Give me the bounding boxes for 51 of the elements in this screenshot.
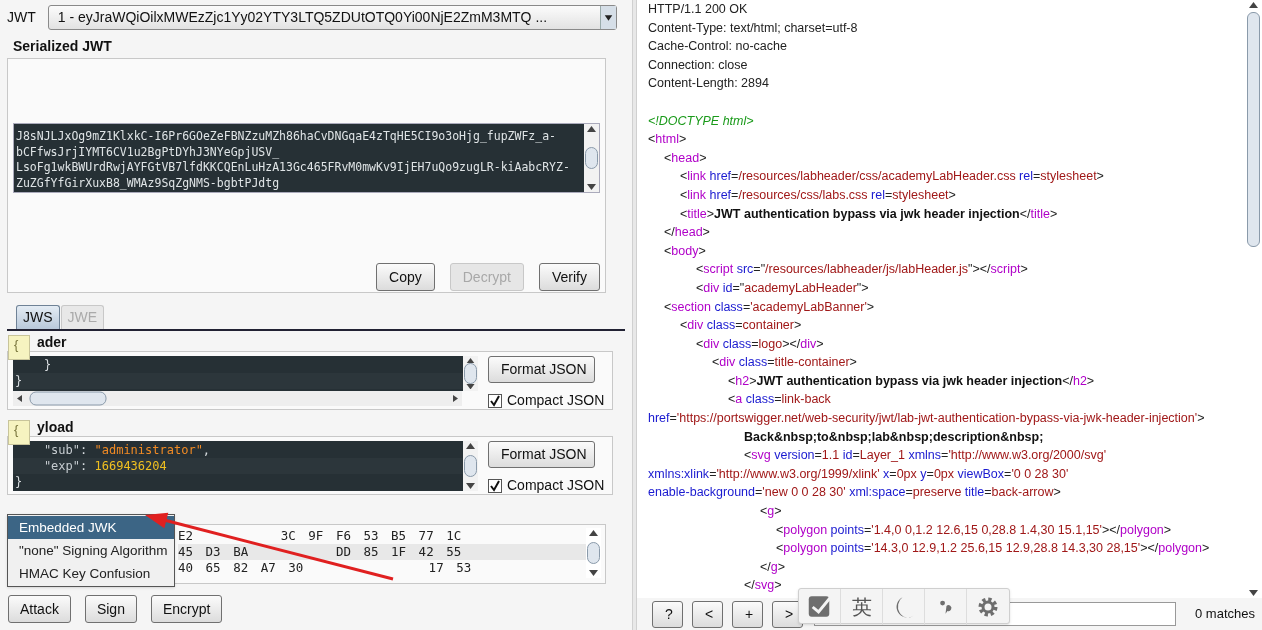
json-line: } xyxy=(42,357,53,373)
code-line: <polygon points='1.4,0 0,1.2 12.6,15 0,28.8 1.4,30 15.1,15'></polygon> xyxy=(775,521,1173,539)
code-line: <link href=/resources/css/labs.css rel=stylesheet> xyxy=(679,186,957,204)
header-line: Content-Type: text/html; charset=utf-8 xyxy=(648,19,859,37)
token-line: bCFfwsJrjIYMT6CV1u2BgPtDYhJ3NYeGpjUSV_ xyxy=(16,144,281,160)
token-line: LsoFg1wkBWUrdRwjAYFGtVB7lfdKKCQEnLuHzA13Gc465FRvM0mwKv9IjEH7uQo9zugLR-kiAabcRYZ- xyxy=(16,160,571,176)
code-line: <html> xyxy=(648,131,688,149)
jwt-label: JWT xyxy=(7,7,36,27)
checkbox-label: Compact JSON xyxy=(507,391,605,410)
jwt-dropdown-value: 1 - eyJraWQiOilxMWEzZjc1Yy02YTY3LTQ5ZDUtOTQ0Yi00NjE2ZmM3MTQ ... xyxy=(57,7,549,27)
header-line: HTTP/1.1 200 OK xyxy=(648,1,749,18)
code-line: </svg> xyxy=(743,577,783,595)
match-count: 0 matches xyxy=(1195,605,1255,624)
sticky-note: { xyxy=(8,335,30,360)
code-line: <polygon points='14.3,0 12.9,1.2 25.6,15 12.9,28.8 14.3,30 28,15'></polygon> xyxy=(775,540,1211,558)
code-line: </g> xyxy=(759,558,787,576)
json-line: "sub": "administrator", xyxy=(42,442,212,458)
token-line: ZuZGfYfGirXuxB8_WMAz9SqZgNMS-bgbtPJdtg xyxy=(16,175,281,191)
code-line: <body> xyxy=(663,242,707,260)
checkbox-label: Compact JSON xyxy=(507,476,605,495)
serialized-jwt-title: Serialized JWT xyxy=(13,37,113,56)
code-line: <div class=logo></div> xyxy=(695,335,825,353)
header-line: Connection: close xyxy=(648,56,749,74)
code-line: <script src="/resources/labheader/js/labHeader.js"></script> xyxy=(695,261,1029,279)
header-line: Content-Length: 2894 xyxy=(648,75,770,93)
code-line: <link href=/resources/labheader/css/academyLabHeader.css rel=stylesheet> xyxy=(679,168,1105,186)
code-line: <title>JWT authentication bypass via jwk header injection</title> xyxy=(679,205,1059,223)
code-line: <div class=container> xyxy=(679,317,803,335)
code-line: <div id="academyLabHeader"> xyxy=(695,279,870,297)
code-line: <svg version=1.1 id=Layer_1 xmlns='http://www.w3.org/2000/svg' xyxy=(743,447,1108,465)
sticky-note: { xyxy=(8,420,30,445)
hex-row-text: 40 65 82 A7 30 17 53 xyxy=(178,560,473,576)
code-line: <div class=title-container> xyxy=(711,354,858,372)
token-line: J8sNJLJxOg9mZ1KlxkC-I6Pr6GOeZeFBNZzuMZh86haCvDNGqaE4zTqHE5CI9o3oHjg_fupZWFz_a- xyxy=(16,129,558,145)
code-line: <g> xyxy=(759,503,783,521)
json-line: } xyxy=(14,474,24,490)
code-line: Back&nbsp;to&nbsp;lab&nbsp;description&nbsp; xyxy=(743,428,1045,446)
code-line: <section class='academyLabBanner'> xyxy=(663,298,876,316)
code-line: </head> xyxy=(663,224,711,242)
section-title: ader xyxy=(37,333,68,351)
hex-row: 45 D3 BA DD 85 1F 42 55 xyxy=(178,544,586,560)
code-line: <h2>JWT authentication bypass via jwk header injection</h2> xyxy=(727,372,1096,390)
header-line: Cache-Control: no-cache xyxy=(648,38,788,56)
code-line: xmlns:xlink='http://www.w3.org/1999/xlink' x=0px y=0px viewBox='0 0 28 30' xyxy=(648,465,1070,483)
code-line: <head> xyxy=(663,149,708,167)
section-title: yload xyxy=(37,418,75,436)
hex-row-text: E2 3C 9F F6 53 B5 77 1C xyxy=(178,528,463,544)
code-line: href='https://portswigger.net/web-security/jwt/lab-jwt-authentication-bypass-via-jwk-header-injection'> xyxy=(648,410,1206,428)
code-line: enable-background='new 0 0 28 30' xml:space=preserve title=back-arrow> xyxy=(648,484,1062,502)
code-line: <!DOCTYPE html> xyxy=(648,112,755,130)
code-line: <a class=link-back xyxy=(727,391,832,409)
